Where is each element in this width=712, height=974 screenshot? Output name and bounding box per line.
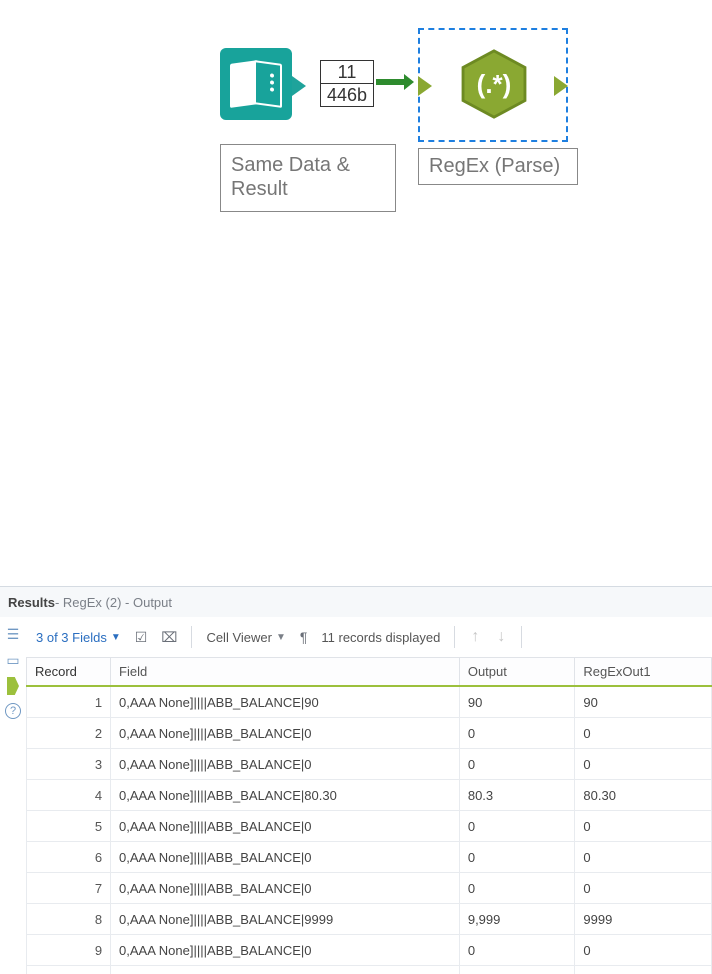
table-row[interactable]: 60,AAA None]||||ABB_BALANCE|000 (27, 842, 712, 873)
cell-output[interactable]: 0 (459, 842, 575, 873)
connection-size: 446b (321, 84, 373, 106)
cell-record[interactable]: 4 (27, 780, 111, 811)
cell-regexout[interactable]: 9999 (575, 904, 712, 935)
connection-arrow-icon (376, 79, 404, 85)
cell-record[interactable]: 7 (27, 873, 111, 904)
results-breadcrumb: - RegEx (2) - Output (55, 595, 172, 610)
cell-field[interactable]: 0,AAA None]||||ABB_BALANCE|9999 (111, 904, 460, 935)
col-field[interactable]: Field (111, 658, 460, 687)
input-anchor-icon[interactable] (418, 76, 432, 96)
cell-field[interactable]: 1463.49,AAA None]||||ABB_BALANCE|1463.49 (111, 966, 460, 974)
table-row[interactable]: 20,AAA None]||||ABB_BALANCE|000 (27, 718, 712, 749)
input-tool-label[interactable]: Same Data & Result (220, 144, 396, 212)
cell-field[interactable]: 0,AAA None]||||ABB_BALANCE|0 (111, 842, 460, 873)
cell-output[interactable]: 0 (459, 873, 575, 904)
col-output[interactable]: Output (459, 658, 575, 687)
results-side-strip: ☰ ▭ ? (0, 617, 26, 974)
help-icon[interactable]: ? (5, 703, 21, 719)
cell-output[interactable]: 0 (459, 935, 575, 966)
cell-regexout[interactable]: 0 (575, 749, 712, 780)
results-grid[interactable]: Record Field Output RegExOut1 10,AAA Non… (26, 657, 712, 974)
cell-field[interactable]: 0,AAA None]||||ABB_BALANCE|0 (111, 811, 460, 842)
chevron-down-icon: ▼ (111, 632, 121, 643)
regex-tool-icon: (.*) (458, 48, 530, 120)
cell-record[interactable]: 10 (27, 966, 111, 974)
cell-field[interactable]: 0,AAA None]||||ABB_BALANCE|90 (111, 686, 460, 718)
cell-output[interactable]: 1,463.49 (459, 966, 575, 974)
results-toolbar: 3 of 3 Fields ▼ ☑ ⌧ Cell Viewer ▼ ¶ 11 r… (26, 617, 712, 657)
list-icon[interactable]: ☰ (4, 625, 22, 643)
cell-record[interactable]: 6 (27, 842, 111, 873)
next-page-icon[interactable]: ↓ (495, 628, 507, 646)
cell-output[interactable]: 0 (459, 718, 575, 749)
col-regexout[interactable]: RegExOut1 (575, 658, 712, 687)
workflow-canvas[interactable]: Same Data & Result 11 446b (.*) RegEx (P… (0, 0, 712, 586)
output-anchor-icon[interactable] (554, 76, 568, 96)
cell-record[interactable]: 9 (27, 935, 111, 966)
table-row[interactable]: 80,AAA None]||||ABB_BALANCE|99999,999999… (27, 904, 712, 935)
fields-dropdown[interactable]: 3 of 3 Fields ▼ (36, 630, 121, 645)
cell-regexout[interactable]: 0 (575, 873, 712, 904)
cell-field[interactable]: 0,AAA None]||||ABB_BALANCE|80.30 (111, 780, 460, 811)
cell-regexout[interactable]: 1463.49 (575, 966, 712, 974)
cell-field[interactable]: 0,AAA None]||||ABB_BALANCE|0 (111, 935, 460, 966)
cell-record[interactable]: 1 (27, 686, 111, 718)
metadata-icon[interactable]: ▭ (4, 651, 22, 669)
separator (191, 626, 192, 648)
cell-regexout[interactable]: 80.30 (575, 780, 712, 811)
prev-page-icon[interactable]: ↑ (469, 628, 481, 646)
show-whitespace-icon[interactable]: ¶ (300, 629, 308, 645)
regex-tool-label[interactable]: RegEx (Parse) (418, 148, 578, 185)
input-tool-icon (220, 48, 292, 120)
cell-regexout[interactable]: 0 (575, 842, 712, 873)
cell-output[interactable]: 0 (459, 749, 575, 780)
table-row[interactable]: 10,AAA None]||||ABB_BALANCE|909090 (27, 686, 712, 718)
cell-record[interactable]: 2 (27, 718, 111, 749)
output-anchor-icon[interactable] (292, 76, 306, 96)
separator (454, 626, 455, 648)
cell-record[interactable]: 3 (27, 749, 111, 780)
cell-output[interactable]: 0 (459, 811, 575, 842)
connection-badge[interactable]: 11 446b (320, 60, 374, 107)
table-row[interactable]: 40,AAA None]||||ABB_BALANCE|80.3080.380.… (27, 780, 712, 811)
regex-tool-selected[interactable]: (.*) (418, 28, 568, 142)
chevron-down-icon: ▼ (276, 632, 286, 643)
results-panel: Results - RegEx (2) - Output ☰ ▭ ? 3 of … (0, 586, 712, 974)
separator (521, 626, 522, 648)
results-title: Results (8, 595, 55, 610)
table-row[interactable]: 30,AAA None]||||ABB_BALANCE|000 (27, 749, 712, 780)
cell-record[interactable]: 5 (27, 811, 111, 842)
cell-viewer-dropdown[interactable]: Cell Viewer ▼ (206, 630, 285, 645)
table-row[interactable]: 50,AAA None]||||ABB_BALANCE|000 (27, 811, 712, 842)
cell-regexout[interactable]: 90 (575, 686, 712, 718)
table-row[interactable]: 90,AAA None]||||ABB_BALANCE|000 (27, 935, 712, 966)
connection-record-count: 11 (321, 61, 373, 84)
col-record[interactable]: Record (27, 658, 111, 687)
cell-regexout[interactable]: 0 (575, 935, 712, 966)
input-tool[interactable] (220, 48, 292, 120)
cell-regexout[interactable]: 0 (575, 718, 712, 749)
cell-record[interactable]: 8 (27, 904, 111, 935)
fields-dropdown-label: 3 of 3 Fields (36, 630, 107, 645)
cell-output[interactable]: 9,999 (459, 904, 575, 935)
records-displayed: 11 records displayed (321, 630, 440, 645)
cell-regexout[interactable]: 0 (575, 811, 712, 842)
table-row[interactable]: 101463.49,AAA None]||||ABB_BALANCE|1463.… (27, 966, 712, 974)
cell-output[interactable]: 90 (459, 686, 575, 718)
select-all-icon[interactable]: ☑ (135, 629, 148, 646)
results-header-row: Record Field Output RegExOut1 (27, 658, 712, 687)
cell-field[interactable]: 0,AAA None]||||ABB_BALANCE|0 (111, 718, 460, 749)
results-header: Results - RegEx (2) - Output (0, 587, 712, 617)
cell-field[interactable]: 0,AAA None]||||ABB_BALANCE|0 (111, 749, 460, 780)
deselect-all-icon[interactable]: ⌧ (161, 629, 177, 646)
table-row[interactable]: 70,AAA None]||||ABB_BALANCE|000 (27, 873, 712, 904)
cell-field[interactable]: 0,AAA None]||||ABB_BALANCE|0 (111, 873, 460, 904)
regex-tool-glyph: (.*) (458, 48, 530, 120)
cell-output[interactable]: 80.3 (459, 780, 575, 811)
cell-viewer-label: Cell Viewer (206, 630, 272, 645)
output-anchor-tab[interactable] (7, 677, 19, 695)
